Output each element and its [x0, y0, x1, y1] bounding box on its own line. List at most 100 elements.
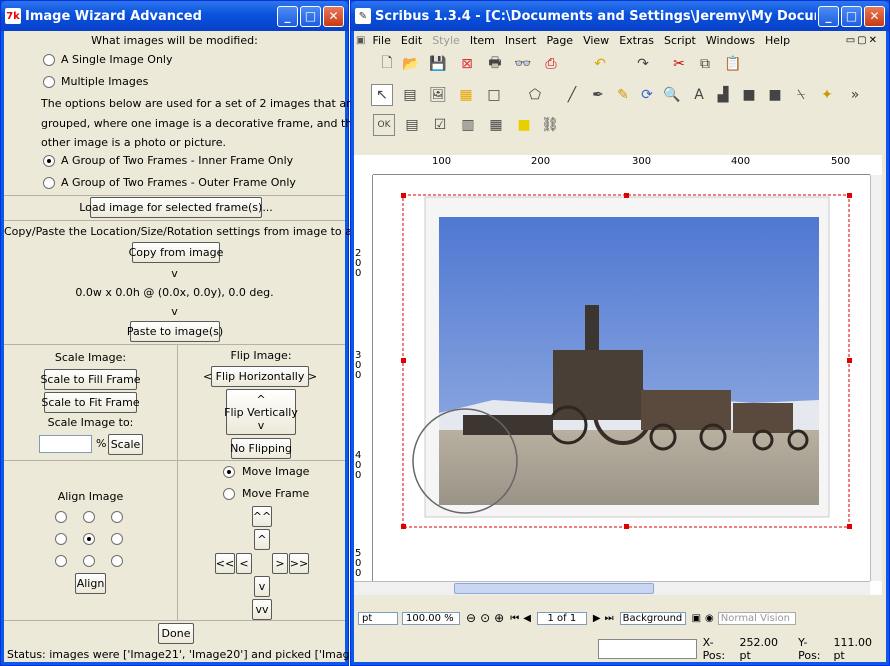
close-icon[interactable]: ✕ — [864, 5, 885, 27]
move-up-button[interactable]: ^ — [254, 529, 270, 550]
bezier-icon[interactable]: ✒ — [587, 84, 609, 106]
align-top-left[interactable] — [55, 511, 67, 523]
move-left-far-button[interactable]: << — [215, 553, 235, 574]
pdf-link-icon[interactable]: ⛓ — [539, 114, 561, 136]
align-middle-left[interactable] — [55, 533, 67, 545]
maximize-icon[interactable]: □ — [841, 5, 862, 27]
zoom-out-icon[interactable]: ⊖ — [466, 611, 476, 625]
vertical-scrollbar[interactable] — [870, 175, 882, 581]
mdi-controls-icon[interactable]: ▭▢✕ — [841, 35, 884, 46]
radio-move-image[interactable] — [223, 466, 235, 478]
paste-icon[interactable]: 📋 — [722, 53, 744, 75]
menu-windows[interactable]: Windows — [701, 34, 760, 47]
canvas-area[interactable]: 100 200 300 400 500 200 300 400 500 — [354, 155, 882, 595]
pdf-button-icon[interactable]: OK — [373, 114, 395, 136]
no-flipping-button[interactable]: No Flipping — [230, 438, 292, 459]
page-canvas[interactable] — [373, 175, 882, 581]
text-frame-icon[interactable]: ▤ — [399, 84, 421, 106]
close-doc-icon[interactable]: ⊠ — [456, 53, 478, 75]
menu-view[interactable]: View — [578, 34, 614, 47]
freehand-icon[interactable]: ✎ — [612, 84, 634, 106]
align-middle-right[interactable] — [111, 533, 123, 545]
scrollbar-thumb[interactable] — [454, 583, 654, 594]
layer-select[interactable]: Background — [619, 611, 686, 625]
preview-icon[interactable]: ▣ — [692, 613, 701, 624]
prev-page-icon[interactable]: ◀ — [523, 613, 531, 624]
image-frame-icon[interactable]: 🖼 — [427, 84, 449, 106]
menu-script[interactable]: Script — [659, 34, 701, 47]
done-button[interactable]: Done — [158, 623, 194, 644]
move-down-far-button[interactable]: vv — [252, 599, 272, 620]
scale-percent-input[interactable] — [39, 435, 92, 453]
pdf-annotation-icon[interactable]: ■ — [513, 114, 535, 136]
print-icon[interactable]: 🖶 — [484, 53, 506, 75]
align-button[interactable]: Align — [75, 573, 106, 594]
first-page-icon[interactable]: ⏮ — [510, 613, 519, 624]
menu-style[interactable]: Style — [427, 34, 465, 47]
zoom-field[interactable]: 100.00 % — [402, 611, 460, 625]
copy-from-image-button[interactable]: Copy from image — [129, 242, 223, 263]
menu-help[interactable]: Help — [760, 34, 795, 47]
line-icon[interactable]: ╱ — [561, 84, 583, 106]
open-folder-icon[interactable]: 📂 — [400, 53, 422, 75]
radio-outer-frame[interactable] — [43, 177, 55, 189]
zoom-in-icon[interactable]: ⊕ — [494, 611, 504, 625]
vision-icon[interactable]: ◉ — [705, 613, 714, 624]
menu-insert[interactable]: Insert — [500, 34, 542, 47]
align-bottom-right[interactable] — [111, 555, 123, 567]
shape-icon[interactable]: □ — [483, 84, 505, 106]
paste-to-images-button[interactable]: Paste to image(s) — [127, 321, 223, 342]
polygon-icon[interactable]: ⬠ — [524, 84, 546, 106]
rotate-icon[interactable]: ⟳ — [636, 84, 658, 106]
select-pointer-icon[interactable]: ↖ — [371, 84, 393, 106]
align-top-right[interactable] — [111, 511, 123, 523]
minimize-icon[interactable]: _ — [818, 5, 839, 27]
pdf-listbox-icon[interactable]: ▦ — [485, 114, 507, 136]
load-image-button[interactable]: Load image for selected frame(s)... — [79, 197, 273, 218]
save-icon[interactable]: 💾 — [427, 53, 449, 75]
radio-multiple[interactable] — [43, 76, 55, 88]
close-icon[interactable]: ✕ — [323, 5, 344, 27]
scale-button[interactable]: Scale — [108, 434, 143, 455]
radio-move-frame[interactable] — [223, 488, 235, 500]
align-bottom-center[interactable] — [83, 555, 95, 567]
flip-vertical-button[interactable]: ^ Flip Vertically v — [224, 389, 298, 435]
pdf-export-icon[interactable]: ⎙ — [540, 53, 562, 75]
menu-item[interactable]: Item — [465, 34, 500, 47]
more-tools-icon[interactable]: » — [844, 84, 866, 106]
align-bottom-left[interactable] — [55, 555, 67, 567]
unit-select[interactable]: pt — [358, 611, 398, 625]
menu-page[interactable]: Page — [541, 34, 578, 47]
move-up-far-button[interactable]: ^^ — [252, 506, 272, 527]
scale-fill-button[interactable]: Scale to Fill Frame — [40, 369, 141, 390]
horizontal-scrollbar[interactable] — [354, 581, 870, 595]
unlink-frames-icon[interactable]: ■ — [738, 84, 760, 106]
move-right-far-button[interactable]: >> — [289, 553, 309, 574]
preflight-icon[interactable]: 👓 — [512, 53, 534, 75]
radio-single[interactable] — [43, 54, 55, 66]
eyedropper-icon[interactable]: ✦ — [816, 84, 838, 106]
align-center[interactable] — [83, 533, 95, 545]
pdf-combobox-icon[interactable]: ▥ — [457, 114, 479, 136]
move-left-button[interactable]: < — [236, 553, 252, 574]
menu-extras[interactable]: Extras — [614, 34, 659, 47]
cut-icon[interactable]: ✂ — [668, 53, 690, 75]
vision-select[interactable]: Normal Vision — [717, 611, 796, 625]
measure-icon[interactable]: ■ — [764, 84, 786, 106]
next-page-icon[interactable]: ▶ — [593, 613, 601, 624]
edit-text-icon[interactable]: A — [688, 84, 710, 106]
pdf-checkbox-icon[interactable]: ☑ — [429, 114, 451, 136]
scale-fit-button[interactable]: Scale to Fit Frame — [41, 392, 140, 413]
copy-properties-icon[interactable]: ⍀ — [790, 84, 812, 106]
page-select[interactable]: 1 of 1 — [536, 611, 587, 625]
pdf-textfield-icon[interactable]: ▤ — [401, 114, 423, 136]
maximize-icon[interactable]: □ — [300, 5, 321, 27]
undo-icon[interactable]: ↶ — [589, 53, 611, 75]
menu-edit[interactable]: Edit — [396, 34, 427, 47]
move-down-button[interactable]: v — [254, 576, 270, 597]
table-icon[interactable]: ▦ — [455, 84, 477, 106]
last-page-icon[interactable]: ⏭ — [605, 613, 614, 624]
copy-icon[interactable]: ⧉ — [694, 53, 716, 75]
flip-horizontal-button[interactable]: < Flip Horizontally > — [203, 366, 317, 387]
radio-inner-frame[interactable] — [43, 155, 55, 167]
